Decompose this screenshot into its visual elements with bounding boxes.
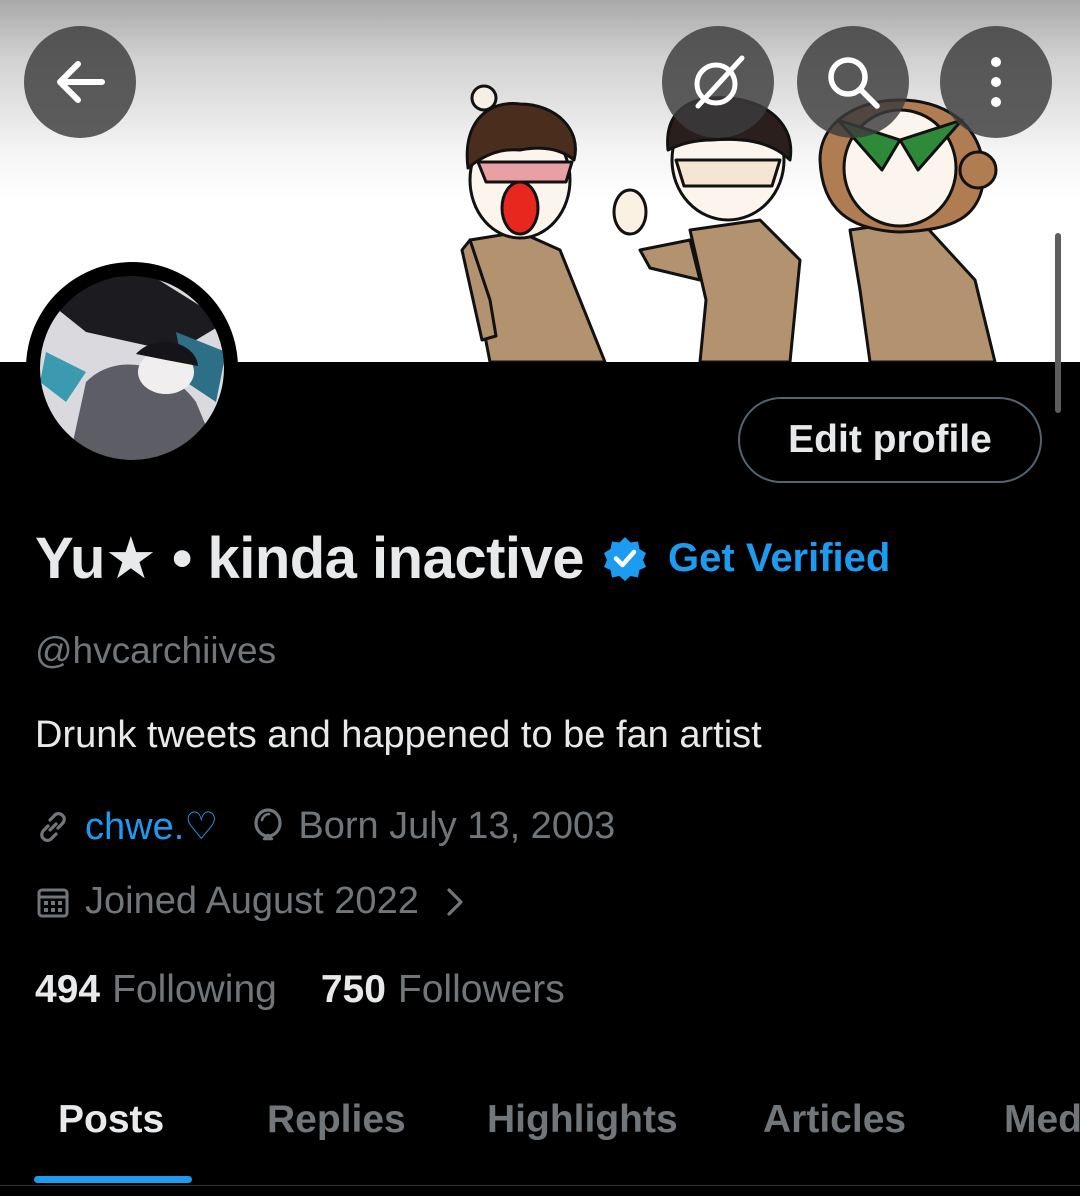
scrollbar[interactable] <box>1055 233 1061 413</box>
tab-replies[interactable]: Replies <box>267 1098 406 1142</box>
balloon-icon <box>252 807 284 846</box>
joined-text: Joined August 2022 <box>85 880 419 922</box>
grok-button[interactable] <box>662 26 774 138</box>
grok-icon <box>694 55 745 109</box>
search-icon <box>828 57 880 109</box>
profile-meta-row: chwe.♡ Born July 13, 2003 <box>35 804 615 849</box>
followers-label: Followers <box>397 968 565 1011</box>
verified-badge-icon[interactable] <box>602 535 648 581</box>
website-link[interactable]: chwe.♡ <box>85 804 218 849</box>
avatar-image <box>32 268 232 468</box>
search-button[interactable] <box>797 26 909 138</box>
tab-posts[interactable]: Posts <box>58 1098 164 1142</box>
chevron-right-icon[interactable] <box>445 886 465 918</box>
more-options-button[interactable] <box>940 26 1052 138</box>
back-button[interactable] <box>24 26 136 138</box>
following-count: 494 <box>35 968 101 1011</box>
profile-tabs: Posts Replies Highlights Articles Media <box>0 1090 1080 1196</box>
following-stat[interactable]: 494 Following <box>35 968 277 1012</box>
tabs-divider <box>0 1185 1080 1186</box>
avatar[interactable] <box>26 262 238 474</box>
tab-highlights[interactable]: Highlights <box>487 1098 678 1142</box>
follow-stats: 494 Following 750 Followers <box>35 968 565 1012</box>
tab-media[interactable]: Media <box>1004 1098 1080 1142</box>
calendar-icon <box>35 884 71 920</box>
followers-count: 750 <box>320 968 386 1011</box>
following-label: Following <box>112 968 277 1011</box>
edit-profile-button[interactable]: Edit profile <box>738 397 1042 483</box>
more-vertical-icon <box>991 57 1001 107</box>
display-name: Yu★ • kinda inactive <box>35 526 585 591</box>
profile-bio: Drunk tweets and happened to be fan arti… <box>35 714 762 756</box>
joined-row[interactable]: Joined August 2022 <box>35 880 465 923</box>
name-row: Yu★ • kinda inactive Get Verified <box>35 522 890 594</box>
active-tab-indicator <box>34 1176 192 1183</box>
birthday-text: Born July 13, 2003 <box>298 805 616 847</box>
tab-articles[interactable]: Articles <box>763 1098 906 1142</box>
followers-stat[interactable]: 750 Followers <box>321 968 565 1012</box>
link-icon <box>35 809 71 845</box>
arrow-left-icon <box>57 61 105 103</box>
profile-handle: @hvcarchiives <box>35 630 277 671</box>
get-verified-link[interactable]: Get Verified <box>668 536 890 581</box>
